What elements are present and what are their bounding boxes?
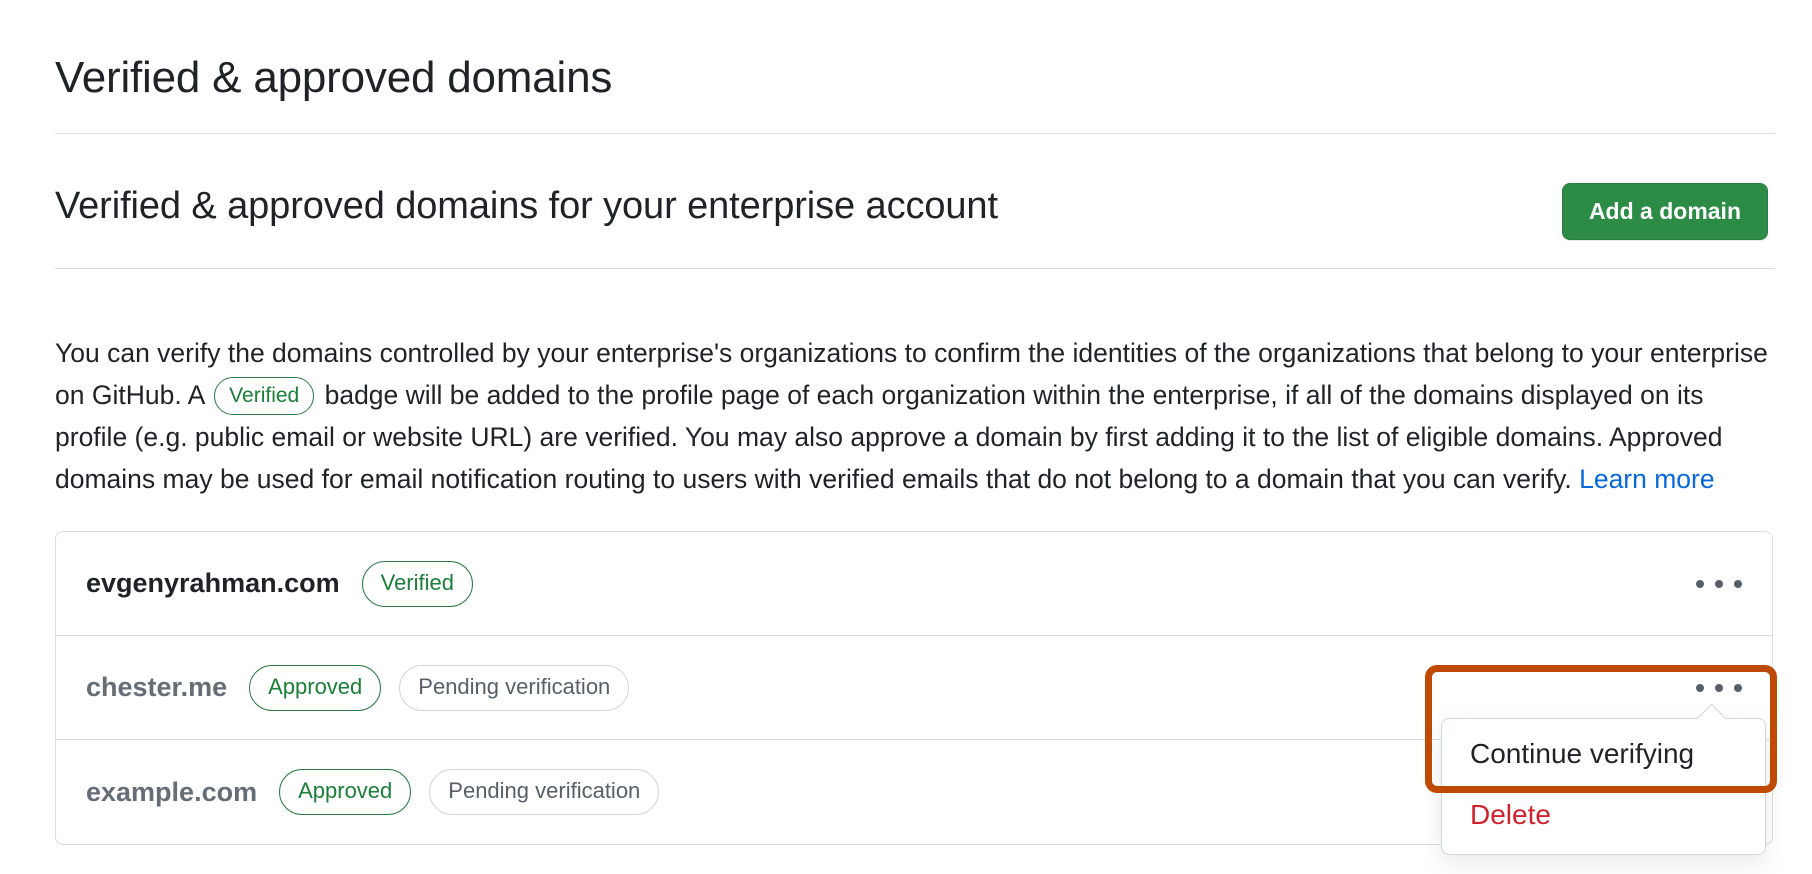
kebab-horizontal-icon[interactable]: [1696, 673, 1742, 703]
kebab-horizontal-icon[interactable]: [1696, 569, 1742, 599]
domain-name: chester.me: [86, 672, 228, 702]
add-a-domain-button[interactable]: Add a domain: [1561, 183, 1768, 240]
page-title: Verified & approved domains: [55, 53, 613, 102]
intro-paragraph: You can verify the domains controlled by…: [55, 332, 1770, 500]
status-badge: Approved: [249, 664, 382, 711]
status-badge: Pending verification: [429, 769, 660, 815]
divider-top: [55, 133, 1775, 134]
status-badge: Verified: [361, 560, 473, 607]
domain-name: example.com: [86, 776, 258, 807]
divider-below-section-header: [55, 268, 1775, 269]
learn-more-link[interactable]: Learn more: [1579, 464, 1715, 494]
table-row: evgenyrahman.com Verified: [56, 532, 1772, 636]
domain-actions-dropdown: Continue verifying Delete: [1441, 718, 1766, 855]
status-badge: Pending verification: [399, 664, 630, 711]
verified-domains-page: Verified & approved domains Verified & a…: [0, 0, 1812, 874]
status-badge: Approved: [279, 769, 412, 815]
menu-item-continue-verifying[interactable]: Continue verifying: [1442, 725, 1765, 787]
section-header: Verified & approved domains for your ent…: [55, 155, 1775, 255]
menu-item-delete[interactable]: Delete: [1442, 786, 1765, 848]
section-title: Verified & approved domains for your ent…: [55, 185, 998, 227]
domain-name: evgenyrahman.com: [86, 568, 340, 598]
inline-verified-badge: Verified: [214, 376, 315, 415]
